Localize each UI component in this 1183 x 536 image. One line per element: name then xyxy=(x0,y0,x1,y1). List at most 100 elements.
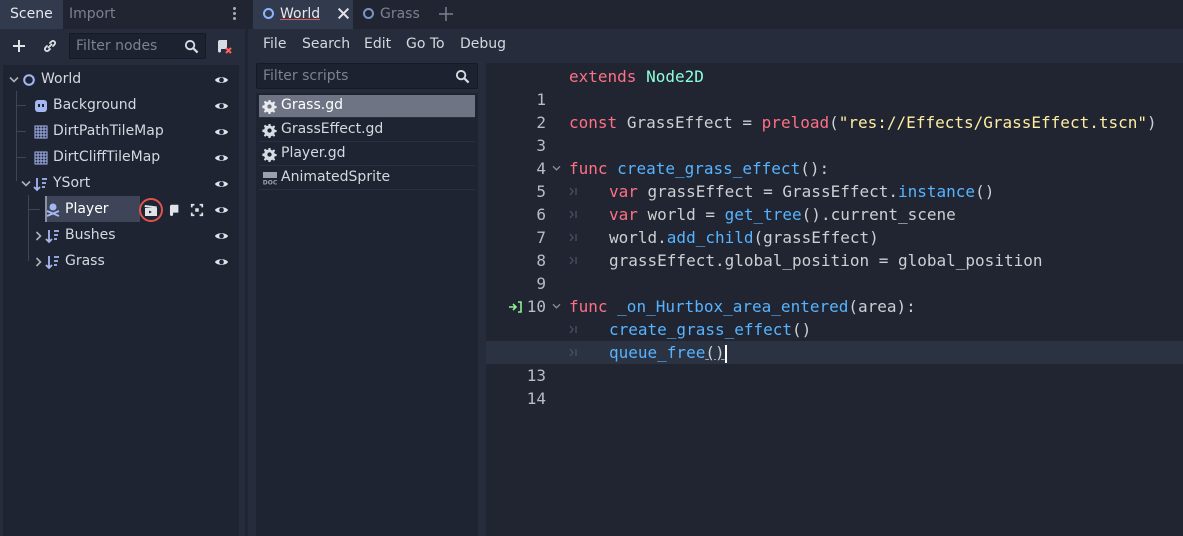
visibility-eye-icon[interactable] xyxy=(214,100,229,112)
menu-file[interactable]: File xyxy=(263,36,286,52)
line-number: 14 xyxy=(526,389,546,408)
code-line: 4 xyxy=(486,134,1183,178)
ysort-icon xyxy=(45,256,59,270)
gear-icon xyxy=(262,99,277,114)
dock-tab-bar: Scene Import xyxy=(0,0,245,29)
link-icon xyxy=(44,40,56,52)
visibility-eye-icon[interactable] xyxy=(214,74,229,86)
add-tab-icon[interactable] xyxy=(438,6,454,22)
chevron-down-icon[interactable] xyxy=(9,76,19,84)
script-item-label: GrassEffect.gd xyxy=(281,121,384,137)
add-node-button[interactable] xyxy=(7,35,31,57)
code-text: grassEffect.global_position = global_pos… xyxy=(609,251,1043,270)
code-text: queue_free() xyxy=(609,343,727,363)
script-icon[interactable] xyxy=(167,203,181,217)
tab-scene[interactable]: Scene xyxy=(0,0,63,29)
visibility-eye-icon[interactable] xyxy=(214,152,229,164)
tree-item-grass[interactable]: Grass xyxy=(3,249,239,275)
code-line: 3 const GrassEffect = preload("res://Eff… xyxy=(486,111,1183,155)
code-line: 1 extends Node2D xyxy=(486,65,1183,109)
tab-marker-icon xyxy=(569,210,577,219)
node2d-circle-icon xyxy=(23,74,35,86)
script-item-grasseffect-gd[interactable]: GrassEffect.gd xyxy=(259,119,475,142)
script-remove-icon xyxy=(218,40,232,54)
group-selected-icon[interactable] xyxy=(190,203,204,217)
plus-icon xyxy=(13,40,25,52)
node2d-circle-icon xyxy=(363,8,374,19)
tree-item-bushes[interactable]: Bushes xyxy=(3,223,239,249)
script-list-panel: Filter scripts Grass.gd GrassEffect.gd P… xyxy=(256,63,478,536)
code-text: var grassEffect = GrassEffect.instance() xyxy=(609,182,995,201)
script-menu-bar: File Search Edit Go To Debug xyxy=(248,31,1183,59)
tab-world[interactable]: World xyxy=(253,0,353,29)
scene-dock: Scene Import Filter nodes World Backgrou… xyxy=(0,0,245,536)
tab-grass[interactable]: Grass xyxy=(353,0,428,29)
tree-item-label: Bushes xyxy=(65,227,116,243)
node2d-circle-icon xyxy=(263,8,274,19)
filter-nodes-placeholder: Filter nodes xyxy=(76,38,158,54)
code-line: 11 func _on_Hurtbox_area_entered(area): xyxy=(486,295,1183,362)
code-line: 9 grassEffect.global_position = global_p… xyxy=(486,249,1183,293)
chevron-down-icon[interactable] xyxy=(21,180,31,188)
visibility-eye-icon[interactable] xyxy=(214,230,229,242)
scene-toolbar: Filter nodes xyxy=(0,29,245,63)
menu-search[interactable]: Search xyxy=(302,36,350,52)
tab-marker-icon xyxy=(569,256,577,265)
script-item-grass-gd[interactable]: Grass.gd xyxy=(259,95,475,118)
dock-menu-icon[interactable] xyxy=(230,7,238,23)
tab-label: Grass xyxy=(380,6,420,22)
script-item-label: Grass.gd xyxy=(281,97,343,113)
fold-arrow-icon[interactable] xyxy=(552,165,561,172)
tree-item-player[interactable]: Player xyxy=(3,197,239,223)
tree-item-label: Player xyxy=(65,201,109,217)
code-text: create_grass_effect() xyxy=(609,320,812,339)
script-item-player-gd[interactable]: Player.gd xyxy=(259,143,475,166)
tree-item-dirtpathtilemap[interactable]: DirtPathTileMap xyxy=(3,119,239,145)
visibility-eye-icon[interactable] xyxy=(214,178,229,190)
code-line: 2 xyxy=(486,88,1183,132)
signal-connected-icon[interactable] xyxy=(508,301,522,313)
filter-scripts-input[interactable]: Filter scripts xyxy=(256,63,478,89)
clapperboard-icon xyxy=(144,205,157,216)
menu-edit[interactable]: Edit xyxy=(364,36,391,52)
code-text: var world = get_tree().current_scene xyxy=(609,205,956,224)
filter-scripts-placeholder: Filter scripts xyxy=(263,68,349,84)
open-in-editor-button[interactable] xyxy=(139,198,163,222)
code-line: 6 var grassEffect = GrassEffect.instance… xyxy=(486,180,1183,224)
code-line: 12 create_grass_effect() xyxy=(486,318,1183,362)
attach-script-button[interactable] xyxy=(212,35,236,57)
code-editor[interactable]: 1 extends Node2D 2 3 const GrassEffect =… xyxy=(486,63,1183,536)
tab-marker-icon xyxy=(569,348,577,357)
chevron-right-icon[interactable] xyxy=(35,231,43,241)
tree-item-dirtclifftilemap[interactable]: DirtCliffTileMap xyxy=(3,145,239,171)
code-text: func create_grass_effect(): xyxy=(569,159,830,178)
visibility-eye-icon[interactable] xyxy=(214,126,229,138)
visibility-eye-icon[interactable] xyxy=(214,204,229,216)
tilemap-icon xyxy=(34,151,48,165)
scene-tree: World Background DirtPathTileMap DirtCli… xyxy=(3,65,239,536)
script-item-animatedsprite[interactable]: DOC AnimatedSprite xyxy=(259,167,475,190)
tree-item-background[interactable]: Background xyxy=(3,93,239,119)
sprite-icon xyxy=(35,100,47,112)
tree-item-world[interactable]: World xyxy=(3,67,239,93)
tree-item-label: Grass xyxy=(65,253,105,269)
visibility-eye-icon[interactable] xyxy=(214,256,229,268)
text-caret xyxy=(724,344,727,363)
tab-import[interactable]: Import xyxy=(59,0,125,29)
instance-scene-button[interactable] xyxy=(38,35,62,57)
code-text: extends Node2D xyxy=(569,67,704,86)
filter-nodes-input[interactable]: Filter nodes xyxy=(69,33,206,59)
script-list: Grass.gd GrassEffect.gd Player.gd DOC An… xyxy=(256,93,478,536)
close-icon[interactable] xyxy=(337,7,350,20)
code-line: 8 world.add_child(grassEffect) xyxy=(486,226,1183,270)
menu-debug[interactable]: Debug xyxy=(460,36,506,52)
ysort-icon xyxy=(45,230,59,244)
menu-go-to[interactable]: Go To xyxy=(406,36,445,52)
fold-arrow-icon[interactable] xyxy=(552,303,561,310)
tree-item-label: Background xyxy=(53,97,137,113)
tree-item-ysort[interactable]: YSort xyxy=(3,171,239,197)
scene-tab-bar: World Grass xyxy=(248,0,1183,29)
doc-icon: DOC xyxy=(263,172,278,186)
code-line-current: 13 queue_free() xyxy=(486,341,1183,385)
chevron-right-icon[interactable] xyxy=(35,257,43,267)
